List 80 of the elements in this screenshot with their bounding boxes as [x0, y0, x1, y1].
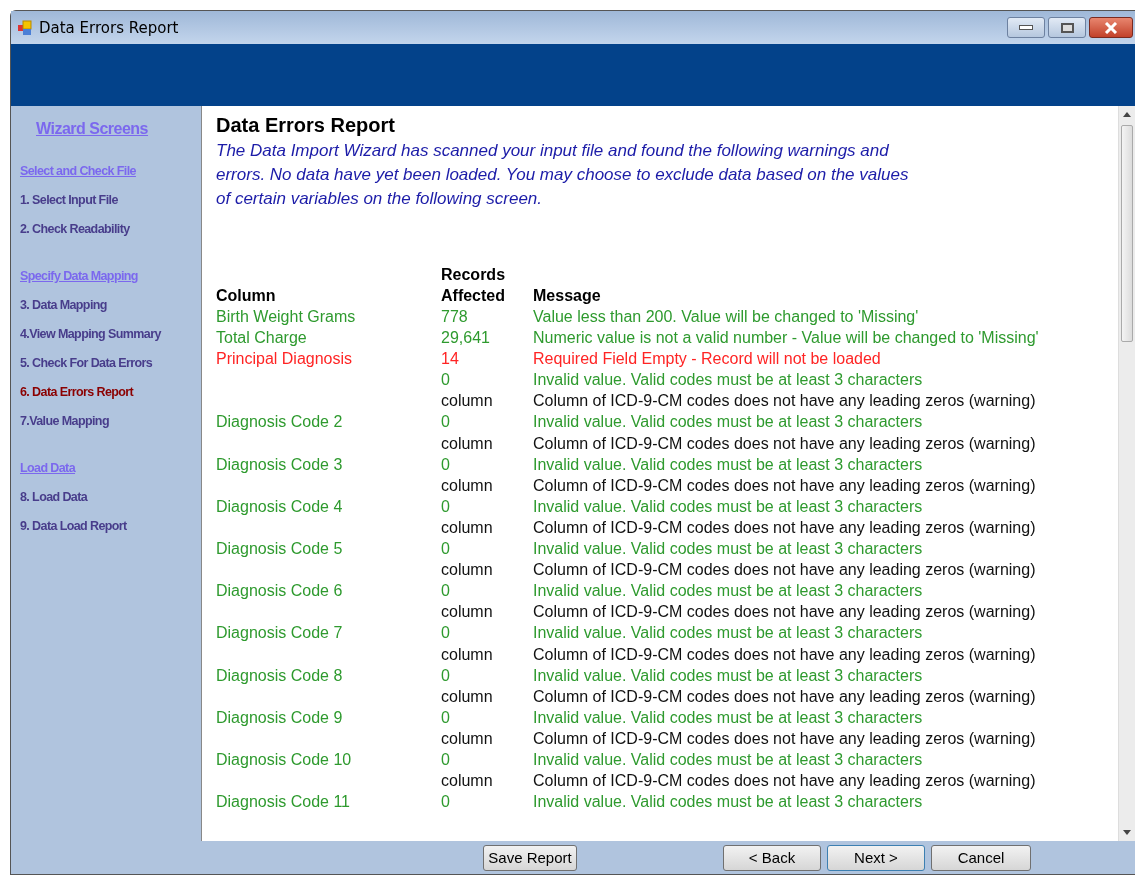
sidebar-item[interactable]: 8. Load Data	[20, 490, 88, 519]
table-cell: 0	[441, 666, 450, 684]
sidebar-item[interactable]: 7.Value Mapping	[20, 414, 109, 443]
column-header: Records Affected	[441, 265, 507, 306]
table-cell: Required Field Empty - Record will not be loaded	[533, 350, 881, 368]
table-cell: Invalid value. Valid codes must be at least 3 characters	[533, 497, 923, 515]
table-cell: Invalid value. Valid codes must be at least 3 characters	[533, 540, 923, 558]
table-cell: Column of ICD-9-CM codes does not have any leading zeros (warning)	[533, 392, 1036, 410]
table-cell: 0	[441, 455, 450, 473]
table-cell: column	[441, 518, 493, 536]
column-header: Column	[216, 287, 276, 304]
sidebar-item[interactable]: 1. Select Input File	[20, 193, 118, 222]
table-cell: Principal Diagnosis	[216, 350, 353, 368]
table-cell: Column of ICD-9-CM codes does not have any leading zeros (warning)	[533, 772, 1036, 790]
table-cell: Column of ICD-9-CM codes does not have any leading zeros (warning)	[533, 476, 1036, 494]
table-cell: Invalid value. Valid codes must be at least 3 characters	[533, 371, 923, 389]
cancel-button[interactable]: Cancel	[931, 844, 1031, 871]
table-cell: Numeric value is not a valid number - Value will be changed to 'Missing'	[533, 329, 1039, 347]
table-cell: Invalid value. Valid codes must be at least 3 characters	[533, 750, 923, 768]
table-cell: Column of ICD-9-CM codes does not have any leading zeros (warning)	[533, 561, 1036, 579]
next-button[interactable]: Next >	[827, 844, 925, 871]
table-cell: Diagnosis Code 7	[216, 624, 343, 642]
table-cell: Diagnosis Code 2	[216, 413, 343, 431]
table-cell: column	[441, 645, 493, 663]
table-cell: Invalid value. Valid codes must be at least 3 characters	[533, 582, 923, 600]
sidebar-item[interactable]: 2. Check Readability	[20, 222, 130, 251]
table-cell: column	[441, 434, 493, 452]
table-cell: column	[441, 476, 493, 494]
table-cell: Invalid value. Valid codes must be at least 3 characters	[533, 455, 923, 473]
table-cell: Diagnosis Code 6	[216, 582, 343, 600]
intro-text: The Data Import Wizard has scanned your input file and found the following warnings and errors. No data have yet been loaded. You may choose to exclude data based on the values of certain variables on the following screen.	[216, 140, 910, 210]
table-cell: Invalid value. Valid codes must be at least 3 characters	[533, 793, 923, 811]
table-cell: 0	[441, 750, 450, 768]
table-cell: Column of ICD-9-CM codes does not have any leading zeros (warning)	[533, 645, 1036, 663]
table-cell: Column of ICD-9-CM codes does not have any leading zeros (warning)	[533, 603, 1036, 621]
table-cell: 0	[441, 371, 450, 389]
table-cell: 0	[441, 540, 450, 558]
table-cell: 29,641	[441, 329, 490, 347]
sidebar-item[interactable]: 5. Check For Data Errors	[20, 356, 153, 385]
table-cell: 0	[441, 624, 450, 642]
table-cell: 0	[441, 413, 450, 431]
table-cell: 0	[441, 582, 450, 600]
table-cell: 14	[441, 350, 459, 368]
table-cell: column	[441, 772, 493, 790]
table-cell: column	[441, 687, 493, 705]
table-cell: Column of ICD-9-CM codes does not have any leading zeros (warning)	[533, 434, 1036, 452]
back-button[interactable]: < Back	[723, 844, 821, 871]
table-cell: 0	[441, 793, 450, 811]
table-cell: 0	[441, 497, 450, 515]
table-cell: 778	[441, 308, 468, 325]
table-cell: column	[441, 729, 493, 747]
table-cell: Diagnosis Code 10	[216, 750, 352, 768]
table-cell: Diagnosis Code 9	[216, 708, 343, 726]
sidebar-item[interactable]: 3. Data Mapping	[20, 298, 107, 327]
table-cell: Invalid value. Valid codes must be at least 3 characters	[533, 413, 923, 431]
table-cell: 0	[441, 708, 450, 726]
sidebar-item[interactable]: 6. Data Errors Report	[20, 385, 134, 414]
sidebar-item[interactable]: 9. Data Load Report	[20, 519, 127, 548]
table-cell: Birth Weight Grams	[216, 308, 356, 325]
table-cell: Diagnosis Code 8	[216, 666, 343, 684]
table-cell: Total Charge	[216, 329, 307, 347]
table-cell: Diagnosis Code 11	[216, 793, 350, 811]
table-cell: Value less than 200. Value will be changed to 'Missing'	[533, 308, 919, 325]
table-cell: Invalid value. Valid codes must be at least 3 characters	[533, 708, 923, 726]
save-button[interactable]: Save Report	[483, 844, 577, 871]
report-title: Data Errors Report	[216, 114, 396, 137]
column-header: Message	[533, 287, 601, 304]
table-cell: column	[441, 392, 493, 410]
table-cell: Diagnosis Code 5	[216, 540, 343, 558]
table-cell: Column of ICD-9-CM codes does not have any leading zeros (warning)	[533, 518, 1036, 536]
table-cell: Column of ICD-9-CM codes does not have any leading zeros (warning)	[533, 729, 1036, 747]
window-title: Data Errors Report	[39, 18, 179, 37]
table-cell: Invalid value. Valid codes must be at least 3 characters	[533, 624, 923, 642]
table-cell: column	[441, 561, 493, 579]
table-cell: Invalid value. Valid codes must be at least 3 characters	[533, 666, 923, 684]
table-cell: column	[441, 603, 493, 621]
table-cell: Column of ICD-9-CM codes does not have any leading zeros (warning)	[533, 687, 1036, 705]
table-cell: Diagnosis Code 4	[216, 497, 343, 515]
sidebar-item[interactable]: 4.View Mapping Summary	[20, 327, 161, 356]
table-cell: Diagnosis Code 3	[216, 455, 343, 473]
